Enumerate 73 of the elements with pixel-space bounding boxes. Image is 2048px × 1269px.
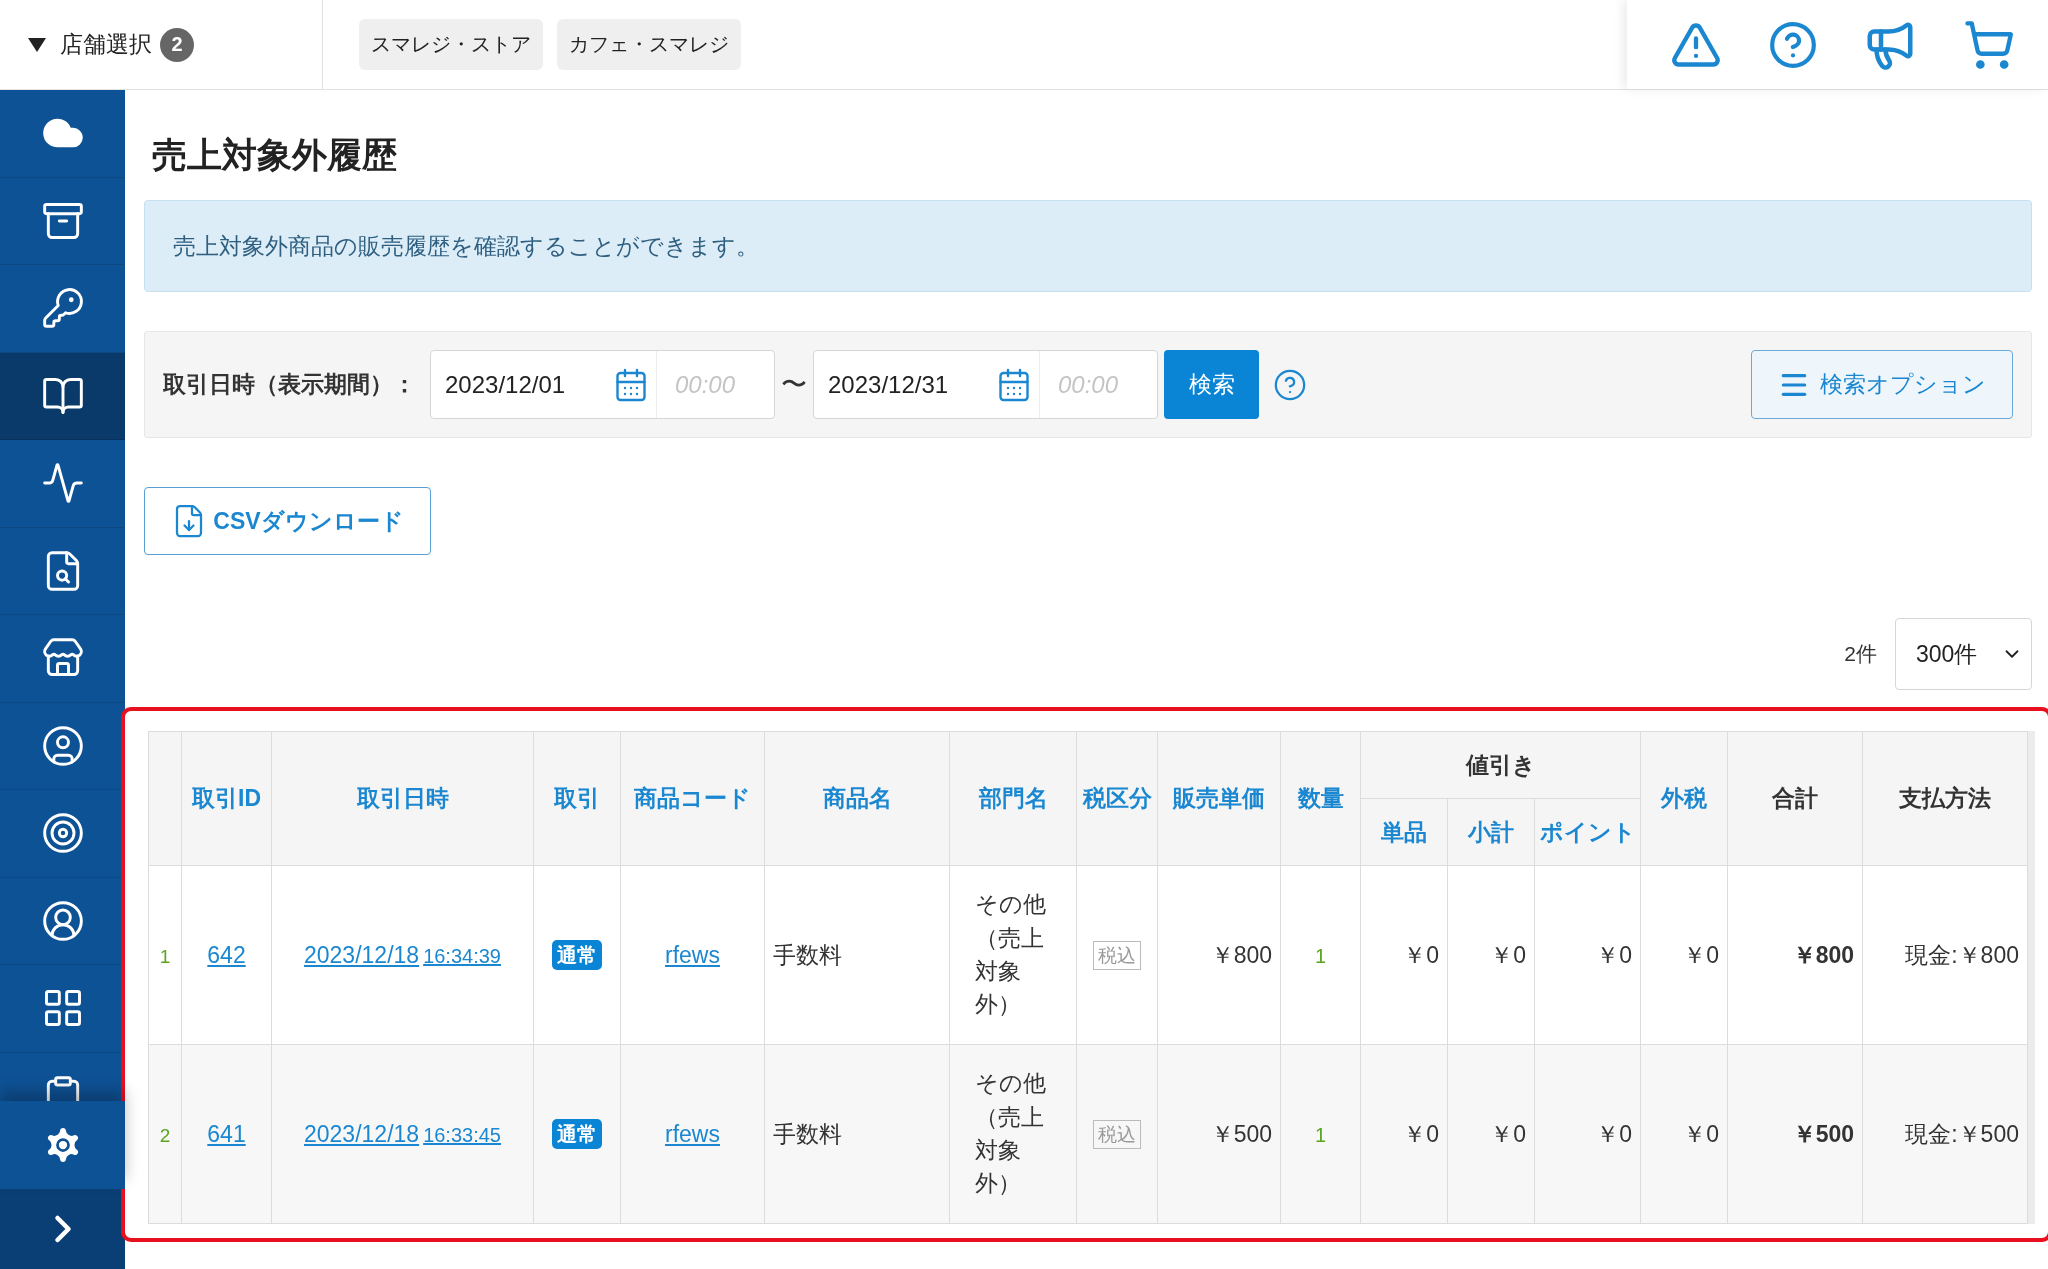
csv-download-button[interactable]: CSVダウンロード <box>144 487 431 555</box>
quantity: 1 <box>1314 944 1327 967</box>
store-tag: スマレジ・ストア <box>359 19 543 70</box>
column-header[interactable]: ポイント <box>1534 798 1641 866</box>
column-header[interactable]: 外税 <box>1640 731 1728 866</box>
discount-subtotal: ￥0 <box>1490 941 1526 968</box>
quantity: 1 <box>1314 1123 1327 1146</box>
discount-points: ￥0 <box>1596 1120 1632 1147</box>
help-icon[interactable] <box>1767 19 1818 70</box>
product-name: 手数料 <box>773 1120 842 1147</box>
column-header[interactable]: 取引 <box>533 731 621 866</box>
store-select-label[interactable]: 店舗選択 <box>60 29 152 60</box>
type-badge: 通常 <box>552 1119 602 1149</box>
search-options-button[interactable]: 検索オプション <box>1751 350 2013 419</box>
count-badge: 2 <box>160 27 194 62</box>
product-code-link[interactable]: rfews <box>665 941 720 968</box>
unit-price: ￥500 <box>1210 1120 1272 1147</box>
column-header[interactable]: 販売単価 <box>1157 731 1281 866</box>
transaction-id-link[interactable]: 641 <box>207 1120 246 1147</box>
column-header[interactable]: 単品 <box>1360 798 1448 866</box>
search-button[interactable]: 検索 <box>1164 350 1259 419</box>
date-field[interactable]: 2023/12/31 00:00 <box>813 350 1158 419</box>
page-title: 売上対象外履歴 <box>152 134 398 176</box>
tax-badge: 税込 <box>1093 941 1141 970</box>
book-icon[interactable] <box>0 352 125 440</box>
product-code-link[interactable]: rfews <box>665 1120 720 1147</box>
tax-badge: 税込 <box>1093 1120 1141 1149</box>
time-link[interactable]: 16:33:45 <box>423 1123 501 1146</box>
page-size-select[interactable]: 300件 <box>1895 618 2032 690</box>
caret-icon <box>28 37 46 52</box>
product-name: 手数料 <box>773 941 842 968</box>
department-name: その他（売上対象外） <box>975 1069 1048 1199</box>
time-field[interactable]: 00:00 <box>656 351 766 418</box>
filter-label: 取引日時（表示期間）： <box>163 370 416 399</box>
column-header[interactable]: 商品名 <box>764 731 950 866</box>
store-tag: カフェ・スマレジ <box>557 19 741 70</box>
time-link[interactable]: 16:34:39 <box>423 944 501 967</box>
payment-method: 現金:￥500 <box>1905 1120 2019 1147</box>
range-separator: 〜 <box>781 368 807 401</box>
discount-unit: ￥0 <box>1403 1120 1439 1147</box>
date-link[interactable]: 2023/12/18 <box>304 941 420 968</box>
cart-icon[interactable] <box>1963 18 2016 71</box>
help-icon[interactable] <box>1273 367 1307 402</box>
column-header: 支払方法 <box>1862 731 2028 866</box>
settings-icon[interactable] <box>0 1101 125 1189</box>
column-header: 合計 <box>1727 731 1863 866</box>
column-header[interactable]: 小計 <box>1447 798 1535 866</box>
column-group-header: 値引き <box>1360 731 1641 799</box>
column-header[interactable]: 数量 <box>1280 731 1361 866</box>
date-field[interactable]: 2023/12/01 00:00 <box>430 350 775 419</box>
department-name: その他（売上対象外） <box>975 890 1048 1020</box>
column-header[interactable]: 税区分 <box>1076 731 1158 866</box>
transaction-id-link[interactable]: 642 <box>207 941 246 968</box>
external-tax: ￥0 <box>1683 1120 1719 1147</box>
column-header[interactable]: 部門名 <box>949 731 1077 866</box>
payment-method: 現金:￥800 <box>1905 941 2019 968</box>
discount-points: ￥0 <box>1596 941 1632 968</box>
column-header[interactable]: 取引日時 <box>271 731 534 866</box>
column-header[interactable]: 取引ID <box>181 731 272 866</box>
type-badge: 通常 <box>552 940 602 970</box>
total-amount: ￥500 <box>1792 1120 1854 1147</box>
time-field[interactable]: 00:00 <box>1039 351 1149 418</box>
date-link[interactable]: 2023/12/18 <box>304 1120 420 1147</box>
row-number: 1 <box>159 945 171 967</box>
discount-unit: ￥0 <box>1403 941 1439 968</box>
column-header[interactable]: 商品コード <box>620 731 765 866</box>
discount-subtotal: ￥0 <box>1490 1120 1526 1147</box>
total-amount: ￥800 <box>1792 941 1854 968</box>
result-count: 2件 <box>1844 641 1877 667</box>
external-tax: ￥0 <box>1683 941 1719 968</box>
info-message: 売上対象外商品の販売履歴を確認することができます。 <box>144 200 2032 292</box>
row-number: 2 <box>159 1124 171 1146</box>
unit-price: ￥800 <box>1210 941 1272 968</box>
